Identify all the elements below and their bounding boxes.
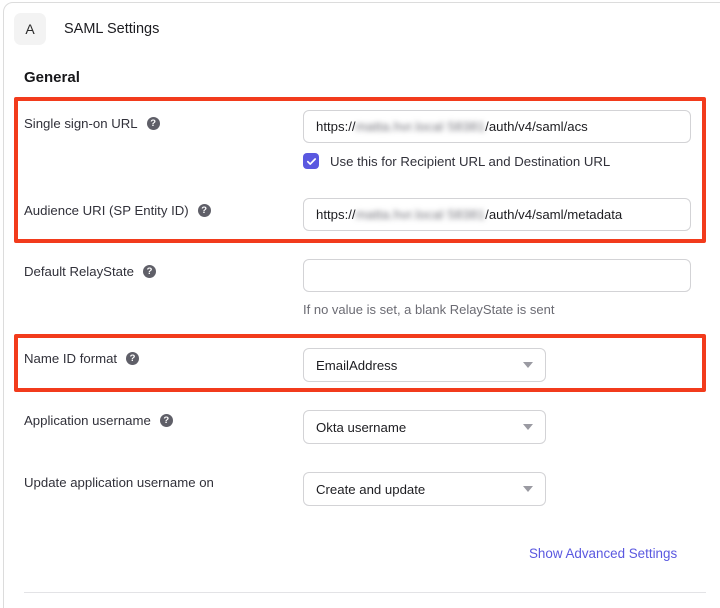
chevron-down-icon[interactable]: [523, 362, 533, 368]
chevron-down-icon[interactable]: [523, 424, 533, 430]
app-avatar: A: [14, 13, 46, 45]
label-text: Default RelayState: [24, 264, 134, 279]
label-application-username: Application username ?: [24, 413, 173, 428]
update-application-username-on-select[interactable]: Create and update: [303, 472, 546, 506]
default-relaystate-input[interactable]: [303, 259, 691, 292]
help-circle-icon[interactable]: ?: [198, 204, 211, 217]
url-prefix: https://: [316, 119, 356, 134]
audience-uri-input[interactable]: https://matta.hvr.local 58381/auth/v4/sa…: [303, 198, 691, 231]
label-text: Audience URI (SP Entity ID): [24, 203, 189, 218]
name-id-format-value: EmailAddress: [316, 358, 397, 373]
name-id-format-select[interactable]: EmailAddress: [303, 348, 546, 382]
show-advanced-settings-link[interactable]: Show Advanced Settings: [529, 546, 677, 561]
application-username-select[interactable]: Okta username: [303, 410, 546, 444]
label-text: Single sign-on URL: [24, 116, 138, 131]
url-prefix: https://: [316, 207, 356, 222]
checkbox-checked-icon[interactable]: [303, 153, 319, 169]
help-circle-icon[interactable]: ?: [143, 265, 156, 278]
default-relaystate-hint: If no value is set, a blank RelayState i…: [303, 302, 554, 317]
label-update-application-username-on: Update application username on: [24, 475, 214, 490]
url-suffix: /auth/v4/saml/metadata: [485, 207, 622, 222]
help-circle-icon[interactable]: ?: [126, 352, 139, 365]
url-redacted-host: matta.hvr.local 58381: [356, 119, 486, 134]
page-title: SAML Settings: [64, 21, 159, 37]
single-sign-on-url-input[interactable]: https://matta.hvr.local 58381/auth/v4/sa…: [303, 110, 691, 143]
saml-settings-page: A SAML Settings General Single sign-on U…: [0, 0, 720, 608]
application-username-value: Okta username: [316, 420, 406, 435]
recipient-destination-checkbox-row[interactable]: Use this for Recipient URL and Destinati…: [303, 153, 610, 169]
url-suffix: /auth/v4/saml/acs: [485, 119, 588, 134]
label-text: Update application username on: [24, 475, 214, 490]
checkbox-label: Use this for Recipient URL and Destinati…: [330, 154, 610, 169]
label-text: Application username: [24, 413, 151, 428]
footer-divider: [24, 592, 706, 593]
help-circle-icon[interactable]: ?: [160, 414, 173, 427]
help-circle-icon[interactable]: ?: [147, 117, 160, 130]
label-name-id-format: Name ID format ?: [24, 351, 139, 366]
label-single-sign-on-url: Single sign-on URL ?: [24, 116, 160, 131]
label-audience-uri: Audience URI (SP Entity ID) ?: [24, 203, 211, 218]
url-redacted-host: matta.hvr.local 58381: [356, 207, 486, 222]
section-heading-general: General: [24, 69, 80, 86]
chevron-down-icon[interactable]: [523, 486, 533, 492]
label-default-relaystate: Default RelayState ?: [24, 264, 156, 279]
page-header: A SAML Settings: [14, 13, 159, 45]
label-text: Name ID format: [24, 351, 117, 366]
update-application-username-on-value: Create and update: [316, 482, 425, 497]
